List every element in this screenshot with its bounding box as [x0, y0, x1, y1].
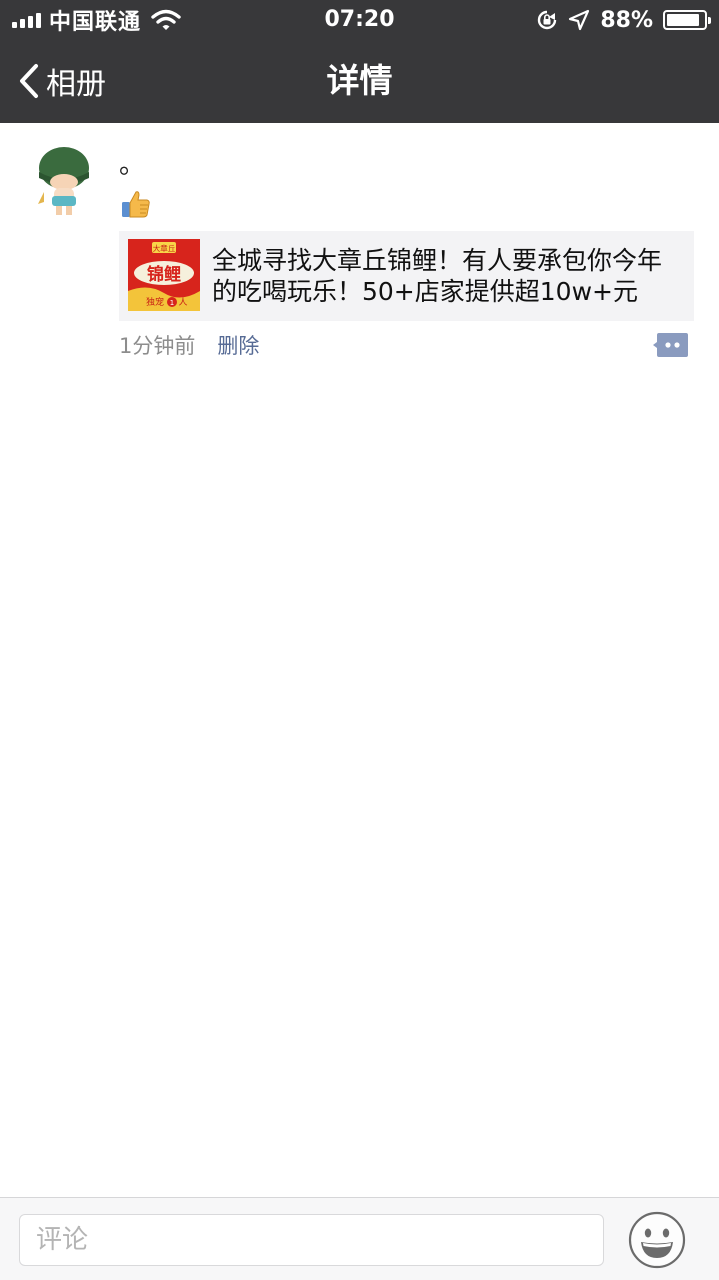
orientation-lock-icon: [538, 10, 557, 30]
link-thumbnail: 大章丘 锦鲤 独宠 1 人: [128, 239, 200, 311]
comment-input[interactable]: [19, 1214, 604, 1266]
avatar[interactable]: [30, 142, 98, 220]
status-bar: 中国联通 07:20 88%: [0, 0, 719, 40]
thumb-top-text: 大章丘: [153, 243, 176, 253]
top-bar: 中国联通 07:20 88% 相册 详情: [0, 0, 719, 123]
post-time: 1分钟前: [119, 334, 196, 358]
thumb-badge-number: 1: [170, 299, 174, 307]
comment-bar: [0, 1197, 719, 1280]
thumb-bottom-text: 独宠: [146, 296, 164, 308]
navigation-bar: 相册 详情: [0, 40, 719, 123]
post-text: 。: [119, 150, 146, 180]
post-meta: 1分钟前 删除: [119, 330, 259, 360]
comment-more-icon[interactable]: [653, 331, 689, 359]
battery-icon: [663, 10, 711, 30]
link-title: 全城寻找大章丘锦鲤！有人要承包你今年的吃喝玩乐！50+店家提供超10w+元奖…: [212, 246, 663, 306]
battery-percent: 88%: [600, 7, 653, 33]
emoji-icon[interactable]: [628, 1211, 686, 1269]
thumb-main-text: 锦鲤: [147, 264, 181, 285]
thumb-badge-suffix: 人: [178, 297, 187, 308]
delete-button[interactable]: 删除: [217, 330, 259, 360]
thumbs-up-icon: [122, 191, 150, 218]
location-arrow-icon: [569, 9, 590, 31]
page-title: 详情: [326, 61, 393, 100]
shared-link-card[interactable]: 大章丘 锦鲤 独宠 1 人 全城寻找大章丘锦鲤！有人要承包你今年的吃喝玩乐！50…: [119, 231, 694, 321]
